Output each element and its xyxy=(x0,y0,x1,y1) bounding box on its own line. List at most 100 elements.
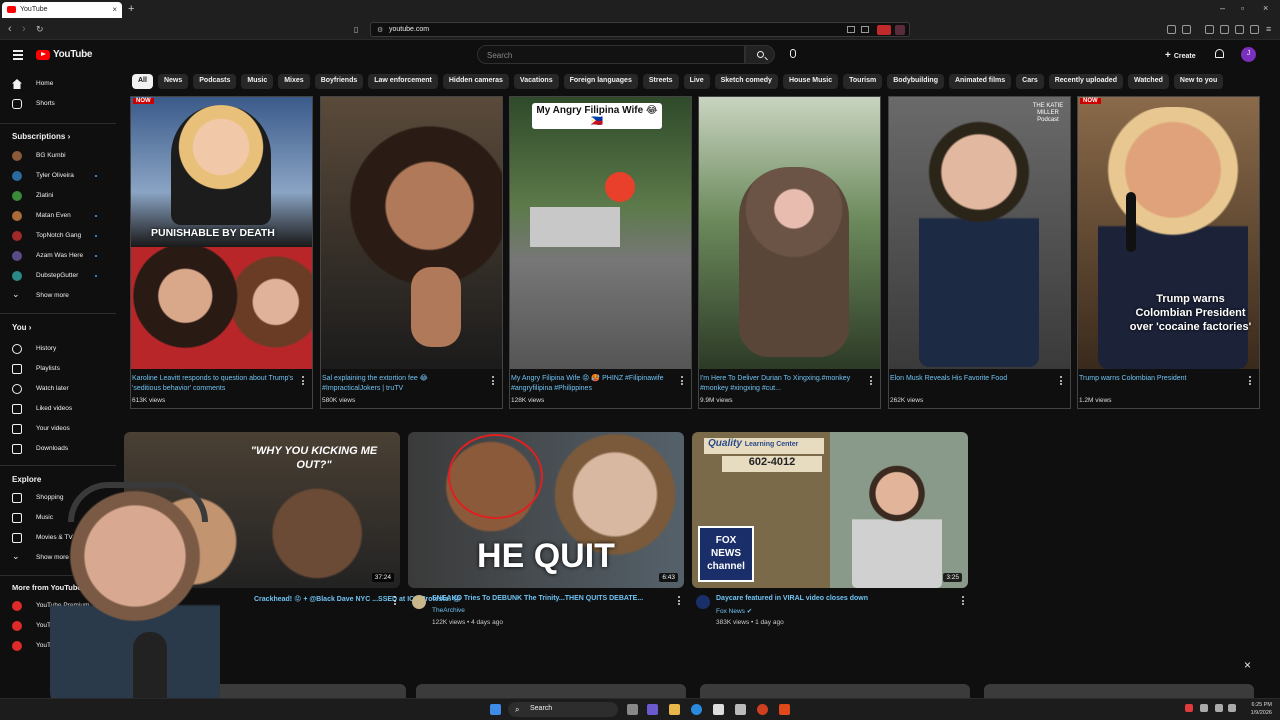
new-tab-icon[interactable]: + xyxy=(128,3,134,15)
more-options-icon[interactable] xyxy=(870,376,873,387)
profile-icon[interactable] xyxy=(1250,25,1259,34)
share-icon[interactable] xyxy=(861,26,869,33)
sidebar-item-playlists[interactable]: Playlists xyxy=(0,360,116,378)
short-card[interactable]: My Angry Filipina Wife 😂🇵🇭 My Angry Fili… xyxy=(509,96,692,409)
video-card[interactable]: HE QUIT 6:43 SNEAKO Tries To DEBUNK The … xyxy=(408,432,684,632)
more-options-icon[interactable] xyxy=(962,596,965,607)
short-title[interactable]: Elon Musk Reveals His Favorite Food xyxy=(890,374,1055,384)
chip-podcasts[interactable]: Podcasts xyxy=(193,74,237,89)
short-title[interactable]: My Angry Filipina Wife 😡 🥵 PHINZ #Filipi… xyxy=(511,374,676,394)
short-thumbnail[interactable] xyxy=(321,97,502,369)
chip-bodybuilding[interactable]: Bodybuilding xyxy=(887,74,944,89)
screen-share-icon[interactable] xyxy=(847,26,855,33)
chip-law-enforcement[interactable]: Law enforcement xyxy=(368,74,438,89)
leo-icon[interactable] xyxy=(1220,25,1229,34)
close-icon[interactable]: × xyxy=(1244,658,1251,672)
short-card[interactable]: NOW Trump warns Colombian President over… xyxy=(1077,96,1260,409)
file-explorer-icon[interactable] xyxy=(669,704,680,715)
more-options-icon[interactable] xyxy=(492,376,495,387)
more-options-icon[interactable] xyxy=(302,376,305,387)
bookmark-icon[interactable]: ▯ xyxy=(354,25,358,34)
channel-avatar[interactable] xyxy=(696,595,710,609)
sidebar-item-matan-even[interactable]: Matan Even xyxy=(0,207,116,225)
more-options-icon[interactable] xyxy=(678,596,681,607)
edge-icon[interactable] xyxy=(691,704,702,715)
brave-browser-icon[interactable] xyxy=(779,704,790,715)
system-clock[interactable]: 6:25 PM 1/9/2026 xyxy=(1251,701,1272,717)
chip-new-to-you[interactable]: New to you xyxy=(1173,74,1224,89)
window-close-icon[interactable]: × xyxy=(1263,3,1268,13)
chip-tourism[interactable]: Tourism xyxy=(843,74,883,89)
video-thumbnail-partial[interactable] xyxy=(700,684,970,698)
volume-icon[interactable] xyxy=(1228,704,1236,712)
browser-tab[interactable]: YouTube × xyxy=(2,2,122,18)
taskbar-search[interactable]: ⌕ Search xyxy=(508,702,618,717)
account-avatar[interactable]: J xyxy=(1241,47,1256,62)
chip-all[interactable]: All xyxy=(132,74,153,89)
channel-name[interactable]: Fox News ✔ xyxy=(716,607,752,615)
tray-icon[interactable] xyxy=(1200,704,1208,712)
chip-foreign-languages[interactable]: Foreign languages xyxy=(563,74,638,89)
back-icon[interactable]: ‹ xyxy=(8,23,12,35)
short-title[interactable]: Karoline Leavitt responds to question ab… xyxy=(132,374,297,394)
short-thumbnail[interactable] xyxy=(699,97,880,369)
chip-music[interactable]: Music xyxy=(241,74,274,89)
chip-vacations[interactable]: Vacations xyxy=(513,74,559,89)
video-card[interactable]: Quality Learning Center 602-4012 FOX NEW… xyxy=(692,432,968,632)
reload-icon[interactable]: ↻ xyxy=(36,24,44,35)
short-card[interactable]: THE KATIE MILLER Podcast Elon Musk Revea… xyxy=(888,96,1071,409)
vpn-icon[interactable] xyxy=(1235,25,1244,34)
create-button[interactable]: + Create xyxy=(1160,47,1202,63)
more-options-icon[interactable] xyxy=(1060,376,1063,387)
extensions-icon[interactable] xyxy=(1167,25,1176,34)
chip-watched[interactable]: Watched xyxy=(1127,74,1169,89)
channel-avatar[interactable] xyxy=(412,595,426,609)
chip-news[interactable]: News xyxy=(157,74,189,89)
chip-sketch-comedy[interactable]: Sketch comedy xyxy=(714,74,778,89)
store-icon[interactable] xyxy=(713,704,724,715)
sidebar-item-bg-kumbi[interactable]: BG Kumbi xyxy=(0,147,116,165)
chip-recently-uploaded[interactable]: Recently uploaded xyxy=(1048,74,1123,89)
site-info-icon[interactable]: ⚙ xyxy=(377,26,383,34)
video-thumbnail[interactable]: Quality Learning Center 602-4012 FOX NEW… xyxy=(692,432,968,588)
video-title[interactable]: SNEAKO Tries To DEBUNK The Trinity...THE… xyxy=(432,595,672,602)
video-thumbnail[interactable]: HE QUIT xyxy=(408,432,684,588)
forward-icon[interactable]: › xyxy=(22,23,26,35)
short-card[interactable]: Sal explaining the extortion fee 😂 #Impr… xyxy=(320,96,503,409)
short-title[interactable]: I'm Here To Deliver Durian To Xingxing.#… xyxy=(700,374,865,394)
chip-cars[interactable]: Cars xyxy=(1016,74,1044,89)
short-thumbnail[interactable]: NOW PUNISHABLE BY DEATH xyxy=(131,97,312,369)
short-thumbnail[interactable]: THE KATIE MILLER Podcast xyxy=(889,97,1070,369)
sidebar-item-dubstepgutter[interactable]: DubstepGutter xyxy=(0,267,116,285)
more-options-icon[interactable] xyxy=(1249,376,1252,387)
hamburger-menu-icon[interactable] xyxy=(13,50,23,62)
sidebar-item-home[interactable]: Home xyxy=(0,75,116,93)
sidebar-item-azam-was-here[interactable]: Azam Was Here xyxy=(0,247,116,265)
app-icon[interactable] xyxy=(735,704,746,715)
video-title[interactable]: Daycare featured in VIRAL video closes d… xyxy=(716,595,956,602)
search-button[interactable] xyxy=(745,45,775,64)
sidebar-item-liked-videos[interactable]: Liked videos xyxy=(0,400,116,418)
short-thumbnail[interactable]: My Angry Filipina Wife 😂🇵🇭 xyxy=(510,97,691,369)
copilot-icon[interactable] xyxy=(647,704,658,715)
tab-close-icon[interactable]: × xyxy=(112,5,117,14)
video-thumbnail-partial[interactable] xyxy=(416,684,686,698)
sidebar-item-watch-later[interactable]: Watch later xyxy=(0,380,116,398)
chip-house-music[interactable]: House Music xyxy=(782,74,839,89)
windows-start-icon[interactable] xyxy=(490,704,501,715)
chip-hidden-cameras[interactable]: Hidden cameras xyxy=(442,74,509,89)
notifications-bell-icon[interactable] xyxy=(1215,49,1224,58)
short-card[interactable]: NOW PUNISHABLE BY DEATH Karoline Leavitt… xyxy=(130,96,313,409)
brave-shields-icon[interactable] xyxy=(877,25,891,35)
chip-animated-films[interactable]: Animated films xyxy=(948,74,1012,89)
task-view-icon[interactable] xyxy=(627,704,638,715)
more-options-icon[interactable] xyxy=(394,596,397,607)
chip-live[interactable]: Live xyxy=(683,74,710,89)
tray-icon[interactable] xyxy=(1185,704,1193,712)
sidebar-item-shorts[interactable]: Shorts xyxy=(0,95,116,113)
app-icon[interactable] xyxy=(757,704,768,715)
show-more-subscriptions[interactable]: ⌄ Show more xyxy=(0,287,116,305)
youtube-logo[interactable]: YouTube xyxy=(36,49,93,60)
more-options-icon[interactable] xyxy=(681,376,684,387)
chip-mixes[interactable]: Mixes xyxy=(278,74,310,89)
